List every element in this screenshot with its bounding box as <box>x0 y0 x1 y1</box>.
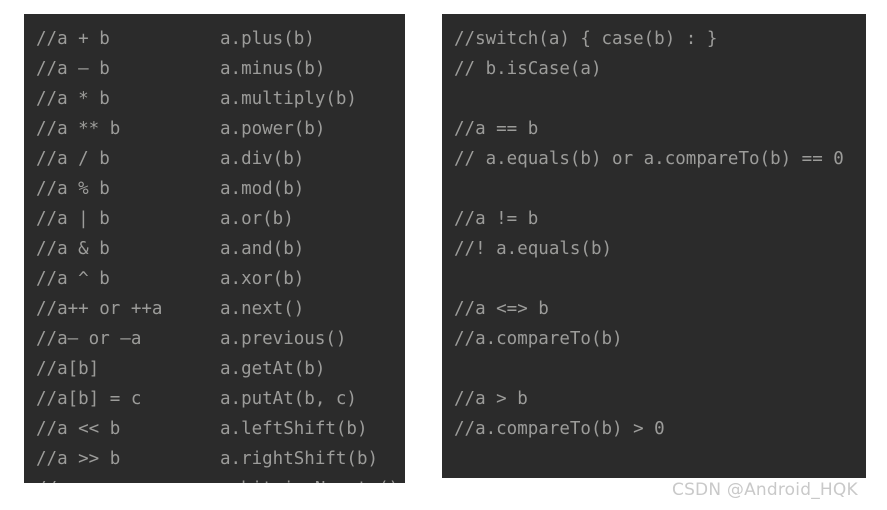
code-line: //a <=> b <box>454 299 549 319</box>
operator-row: //a * b a.multiply(b) <box>24 84 405 114</box>
operator-row: //a ^ b a.xor(b) <box>24 264 405 294</box>
operator-expression: //a[b] <box>36 359 100 379</box>
code-line: //a.compareTo(b) <box>454 329 623 349</box>
operator-expression: //a + b <box>36 29 110 49</box>
method-call: a.bitwiseNegate() <box>220 474 399 483</box>
code-line: //a.compareTo(b) > 0 <box>454 419 665 439</box>
method-call: a.leftShift(b) <box>220 419 368 439</box>
code-line: // a.equals(b) or a.compareTo(b) == 0 <box>454 149 844 169</box>
method-call: a.getAt(b) <box>220 359 326 379</box>
code-line: //a == b <box>454 119 539 139</box>
method-call: a.previous() <box>220 329 347 349</box>
operator-expression: //~a <box>36 474 220 483</box>
operator-row: //a – b a.minus(b) <box>24 54 405 84</box>
operator-expression: //a & b <box>36 239 110 259</box>
operator-expression: //a * b <box>36 89 110 109</box>
operator-expression: //a ^ b <box>36 269 110 289</box>
operator-expression: //a++ or ++a <box>36 299 163 319</box>
method-call: a.mod(b) <box>220 179 305 199</box>
operator-row: //~aa.bitwiseNegate() <box>24 474 405 483</box>
operator-row: //a << b a.leftShift(b) <box>24 414 405 444</box>
method-call: a.and(b) <box>220 239 305 259</box>
code-line: //a != b <box>454 209 539 229</box>
code-line: //a > b <box>454 389 528 409</box>
operator-expression: //a ** b <box>36 119 121 139</box>
method-call: a.div(b) <box>220 149 305 169</box>
operator-expression: //a >> b <box>36 449 121 469</box>
method-call: a.plus(b) <box>220 29 315 49</box>
code-line: //! a.equals(b) <box>454 239 613 259</box>
method-call: a.multiply(b) <box>220 89 357 109</box>
operator-expression: //a | b <box>36 209 110 229</box>
method-call: a.rightShift(b) <box>220 449 379 469</box>
operator-row: //a >> b a.rightShift(b) <box>24 444 405 474</box>
operator-expression: //a– or –a <box>36 329 142 349</box>
operator-row: //a & b a.and(b) <box>24 234 405 264</box>
operator-expression: //a[b] = c <box>36 389 142 409</box>
operator-row: //a | b a.or(b) <box>24 204 405 234</box>
screenshot-stage: //a + b a.plus(b) //a – b a.minus(b) //a * b… <box>0 0 887 510</box>
code-line: // b.isCase(a) <box>454 59 602 79</box>
operator-row: //a / b a.div(b) <box>24 144 405 174</box>
method-call: a.power(b) <box>220 119 326 139</box>
operator-row: //a++ or ++a a.next() <box>24 294 405 324</box>
operator-row: //a– or –a a.previous() <box>24 324 405 354</box>
operator-row: //a[b] = c a.putAt(b, c) <box>24 384 405 414</box>
code-line: //a >= b <box>442 474 866 478</box>
operator-row: //a % b a.mod(b) <box>24 174 405 204</box>
code-line: //switch(a) { case(b) : } <box>454 29 718 49</box>
operator-expression: //a % b <box>36 179 110 199</box>
operator-expression: //a – b <box>36 59 110 79</box>
operator-row: //a[b] a.getAt(b) <box>24 354 405 384</box>
method-call: a.xor(b) <box>220 269 305 289</box>
method-call: a.putAt(b, c) <box>220 389 357 409</box>
operator-expression: //a << b <box>36 419 121 439</box>
method-call: a.minus(b) <box>220 59 326 79</box>
method-call: a.or(b) <box>220 209 294 229</box>
csdn-watermark: CSDN @Android_HQK <box>672 480 858 500</box>
operator-row: //a + b a.plus(b) <box>24 24 405 54</box>
operator-row: //a ** b a.power(b) <box>24 114 405 144</box>
code-panel-operators: //a + b a.plus(b) //a – b a.minus(b) //a * b… <box>24 14 405 483</box>
method-call: a.next() <box>220 299 305 319</box>
operator-expression: //a / b <box>36 149 110 169</box>
code-panel-comparisons: //switch(a) { case(b) : }// b.isCase(a) … <box>442 14 866 478</box>
